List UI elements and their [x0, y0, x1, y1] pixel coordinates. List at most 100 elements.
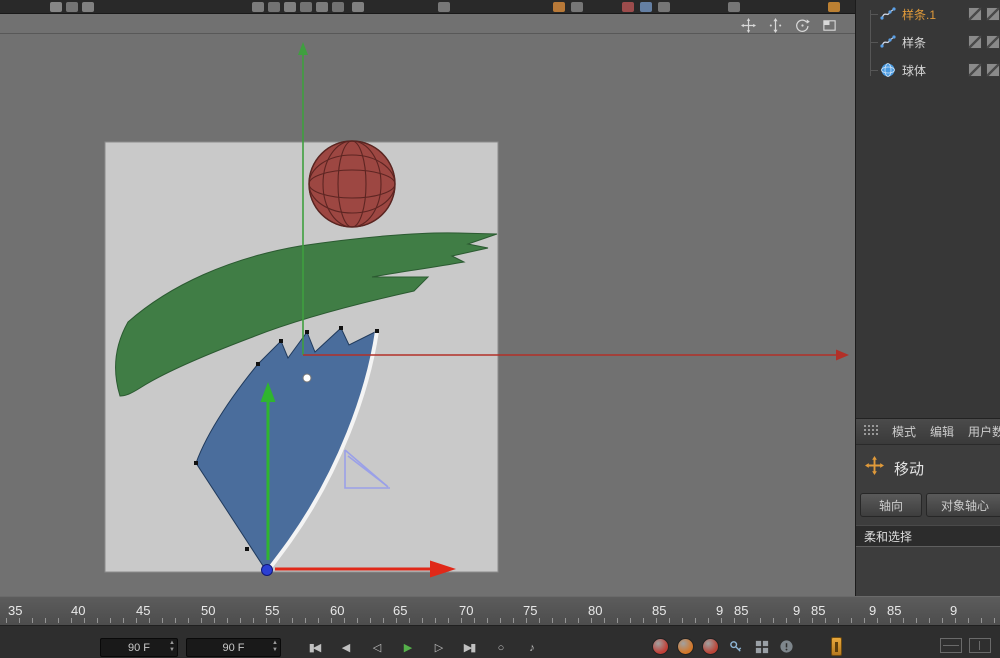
loop-mode-button[interactable]: ○ [489, 638, 511, 657]
toolbar-icon[interactable] [622, 2, 634, 12]
ruler-label: 85 [734, 603, 748, 618]
prev-key-button[interactable]: ◀ [334, 638, 356, 657]
toolbar-icon[interactable] [284, 2, 296, 12]
toggle-view-icon[interactable] [821, 17, 837, 33]
ruler-label: 40 [71, 603, 85, 618]
prev-frame-button[interactable]: ◁ [365, 638, 387, 657]
toolbar-icon[interactable] [316, 2, 328, 12]
ruler-label: 70 [459, 603, 473, 618]
object-row-spline[interactable]: 样条 [856, 28, 1000, 56]
ruler-label: 55 [265, 603, 279, 618]
record-options-button[interactable] [702, 638, 719, 655]
move-tool-icon [865, 456, 884, 480]
goto-end-button[interactable]: ▶▮ [458, 638, 480, 657]
object-row-spline-1[interactable]: 样条.1 [856, 0, 1000, 28]
ruler-label: 60 [330, 603, 344, 618]
keyframe-selection-icon[interactable] [753, 638, 770, 655]
transport-controls: ▮◀ ◀ ◁ ▶ ▷ ▶▮ ○ ♪ [303, 638, 542, 657]
ruler-label: 9 [716, 603, 723, 618]
timeline-ruler[interactable]: 35404550556065707580859859859859 [0, 596, 1000, 626]
ruler-label: 9 [950, 603, 957, 618]
toolbar-icon[interactable] [728, 2, 740, 12]
ruler-label: 65 [393, 603, 407, 618]
tag-icon[interactable] [968, 63, 982, 77]
object-axis-button[interactable]: 对象轴心 [926, 493, 1000, 517]
spinner-icon[interactable]: ▲▼ [169, 640, 175, 654]
layout-panel-icon[interactable] [969, 638, 991, 653]
sound-toggle-button[interactable]: ♪ [520, 638, 542, 657]
tab-edit[interactable]: 编辑 [930, 423, 954, 440]
active-tool-label: 移动 [894, 458, 924, 479]
object-tags [968, 63, 1000, 77]
viewport[interactable] [0, 14, 855, 596]
object-label: 球体 [902, 62, 926, 79]
mode-grid-icon[interactable] [864, 423, 878, 441]
toolbar-icon[interactable] [268, 2, 280, 12]
tag-icon[interactable] [968, 35, 982, 49]
toolbar-icon[interactable] [553, 2, 565, 12]
spline-icon [880, 34, 896, 50]
toolbar-icon[interactable] [300, 2, 312, 12]
ruler-label: 85 [652, 603, 666, 618]
ruler-label: 80 [588, 603, 602, 618]
ruler-label: 45 [136, 603, 150, 618]
tab-userdata[interactable]: 用户数据 [968, 423, 1000, 440]
object-row-sphere[interactable]: 球体 [856, 56, 1000, 84]
ruler-label: 75 [523, 603, 537, 618]
dolly-icon[interactable] [767, 17, 783, 33]
selected-point-white[interactable] [303, 374, 311, 382]
goto-start-button[interactable]: ▮◀ [303, 638, 325, 657]
frame-end-field[interactable]: 90 F ▲▼ [186, 638, 281, 657]
tool-option-buttons: 轴向 对象轴心 [860, 493, 1000, 517]
viewport-divider [0, 33, 855, 34]
toolbar-icon[interactable] [50, 2, 62, 12]
spinner-icon[interactable]: ▲▼ [272, 640, 278, 654]
record-keyframe-button[interactable] [652, 638, 669, 655]
set-key-icon[interactable] [728, 638, 745, 655]
ruler-label: 50 [201, 603, 215, 618]
selected-point[interactable] [262, 565, 273, 576]
tab-mode[interactable]: 模式 [892, 423, 916, 440]
key-options-icon[interactable] [778, 638, 795, 655]
layout-split-icon[interactable] [940, 638, 962, 653]
autokey-button[interactable] [677, 638, 694, 655]
viewport-scene [0, 14, 855, 596]
ruler-label: 35 [8, 603, 22, 618]
pan-icon[interactable] [740, 17, 756, 33]
right-panel: 样条.1 样条 球体 [855, 0, 1000, 596]
rotate-icon[interactable] [794, 17, 810, 33]
toolbar-icon[interactable] [82, 2, 94, 12]
object-tags [968, 7, 1000, 21]
ruler-label: 9 [793, 603, 800, 618]
attribute-manager: 模式 编辑 用户数据 移动 轴向 对象轴心 柔和选择 [856, 418, 1000, 596]
soft-selection-section[interactable]: 柔和选择 [856, 525, 1000, 547]
frame-end-value: 90 F [222, 642, 244, 654]
animation-toolbar: 90 F ▲▼ 90 F ▲▼ ▮◀ ◀ ◁ ▶ ▷ ▶▮ ○ ♪ [0, 626, 1000, 658]
ruler-label: 85 [811, 603, 825, 618]
toolbar-icon[interactable] [438, 2, 450, 12]
active-tool: 移动 [865, 456, 924, 480]
ruler-label: 85 [887, 603, 901, 618]
toolbar-icon[interactable] [658, 2, 670, 12]
toolbar-icon[interactable] [332, 2, 344, 12]
toolbar-icon[interactable] [66, 2, 78, 12]
tag-icon[interactable] [986, 7, 1000, 21]
axis-button[interactable]: 轴向 [860, 493, 922, 517]
tag-icon[interactable] [968, 7, 982, 21]
play-button[interactable]: ▶ [396, 638, 418, 657]
toolbar-icon[interactable] [640, 2, 652, 12]
tag-icon[interactable] [986, 35, 1000, 49]
layout-switch-icons [940, 638, 991, 653]
tag-icon[interactable] [986, 63, 1000, 77]
next-frame-button[interactable]: ▷ [427, 638, 449, 657]
toolbar-icon[interactable] [252, 2, 264, 12]
toolbar-icon[interactable] [352, 2, 364, 12]
toolbar-icon[interactable] [571, 2, 583, 12]
cinema4d-window: 样条.1 样条 球体 [0, 0, 1000, 658]
sphere-object[interactable] [309, 141, 395, 227]
frame-start-field[interactable]: 90 F ▲▼ [100, 638, 178, 657]
toolbar-icon[interactable] [828, 2, 840, 12]
frame-start-value: 90 F [128, 642, 150, 654]
object-manager: 样条.1 样条 球体 [856, 0, 1000, 418]
record-range-icon[interactable] [831, 637, 842, 656]
